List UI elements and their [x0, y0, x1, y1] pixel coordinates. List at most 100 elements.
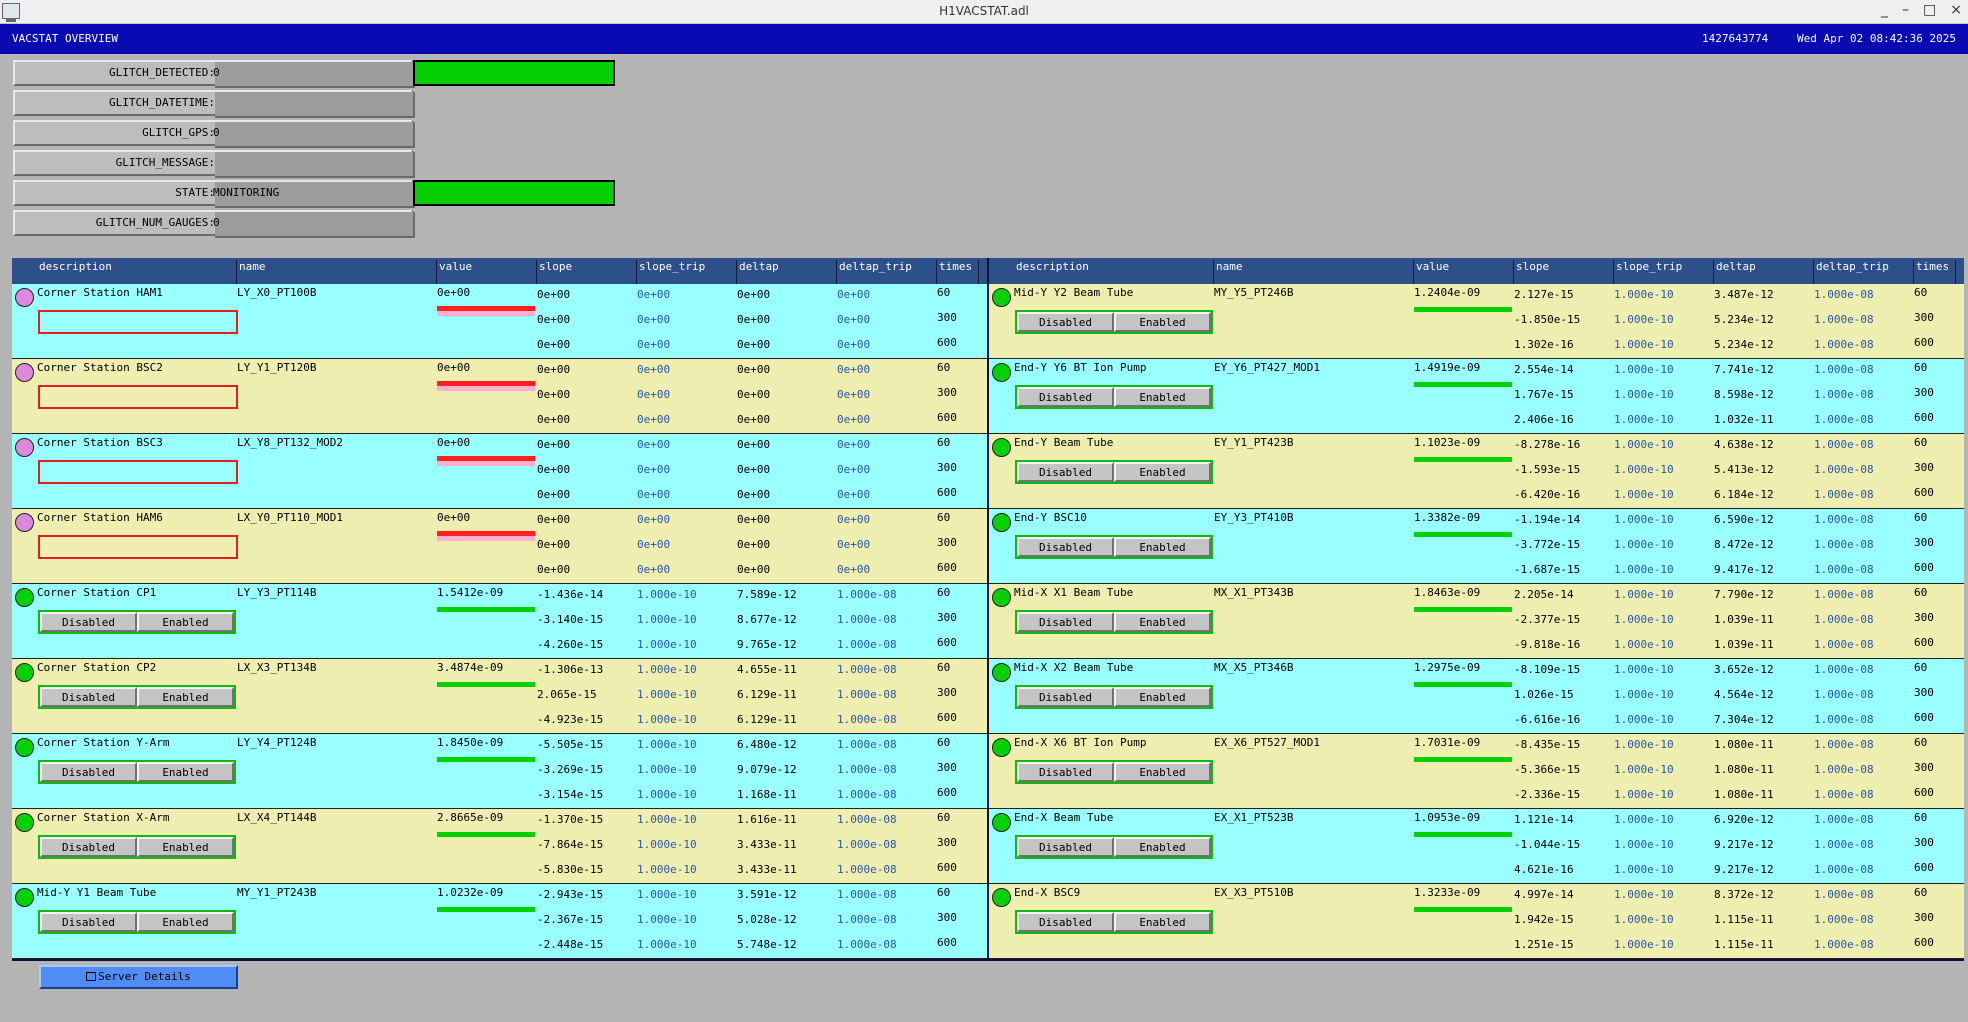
disabled-button[interactable]: Disabled — [40, 612, 137, 632]
enabled-button[interactable]: Enabled — [1114, 312, 1211, 332]
deltap-value: 5.413e-12 — [1714, 463, 1774, 476]
times-value: 60 — [937, 436, 951, 449]
slope-value: 0e+00 — [537, 463, 571, 476]
enable-toggle[interactable]: Disabled Enabled — [1015, 385, 1213, 409]
disabled-button[interactable]: Disabled — [1017, 687, 1114, 707]
deltap-value: 0e+00 — [737, 363, 771, 376]
enable-toggle[interactable]: Disabled Enabled — [1015, 910, 1213, 934]
value-bar — [1414, 307, 1512, 312]
slope-trip-value: 1.000e-10 — [637, 788, 697, 801]
close-icon[interactable]: × — [1950, 2, 1962, 18]
column-header-slope-trip: slope_trip — [1614, 260, 1714, 284]
column-header-value: value — [437, 260, 537, 284]
slope-value: -3.772e-15 — [1514, 538, 1581, 551]
enable-toggle[interactable]: Disabled Enabled — [38, 685, 236, 709]
enabled-button[interactable]: Enabled — [1114, 612, 1211, 632]
slope-value: -1.593e-15 — [1514, 463, 1581, 476]
deltap-trip-value: 0e+00 — [837, 388, 871, 401]
enabled-button[interactable]: Enabled — [137, 612, 234, 632]
status-indicator-icon — [992, 588, 1011, 607]
enable-toggle[interactable]: Disabled Enabled — [38, 760, 236, 784]
gauge-value: 0e+00 — [437, 286, 471, 299]
status-indicator-icon — [15, 738, 34, 757]
disabled-button[interactable]: Disabled — [40, 837, 137, 857]
enabled-button[interactable]: Enabled — [1114, 912, 1211, 932]
enabled-button[interactable]: Enabled — [1114, 462, 1211, 482]
deltap-trip-value: 1.000e-08 — [1814, 363, 1874, 376]
enabled-button[interactable]: Enabled — [137, 912, 234, 932]
enable-toggle[interactable]: Disabled Enabled — [38, 835, 236, 859]
gauge-name: MX_X5_PT346B — [1214, 661, 1294, 674]
disabled-button[interactable]: Disabled — [1017, 837, 1114, 857]
enable-toggle[interactable]: Disabled Enabled — [1015, 610, 1213, 634]
column-header-deltap-trip: deltap_trip — [1814, 260, 1914, 284]
times-value: 60 — [1914, 886, 1928, 899]
enabled-button[interactable]: Enabled — [1114, 687, 1211, 707]
maximize-icon[interactable]: □ — [1923, 2, 1936, 18]
disabled-button[interactable]: Disabled — [1017, 762, 1114, 782]
enabled-button[interactable]: Enabled — [137, 837, 234, 857]
minimize-icon[interactable]: _ — [1881, 2, 1888, 18]
deltap-value: 9.217e-12 — [1714, 863, 1774, 876]
value-bar — [437, 907, 535, 912]
value-bar — [437, 757, 535, 762]
enabled-button[interactable]: Enabled — [1114, 762, 1211, 782]
enabled-button[interactable]: Enabled — [1114, 837, 1211, 857]
gauge-description: Mid-X X2 Beam Tube — [1014, 661, 1134, 674]
deltap-trip-value: 1.000e-08 — [837, 688, 897, 701]
slope-value: 2.065e-15 — [537, 688, 597, 701]
restore-icon[interactable]: – — [1902, 2, 1909, 18]
deltap-trip-value: 0e+00 — [837, 563, 871, 576]
disabled-button[interactable]: Disabled — [1017, 387, 1114, 407]
slope-trip-value: 1.000e-10 — [637, 863, 697, 876]
deltap-trip-value: 1.000e-08 — [837, 588, 897, 601]
enabled-button[interactable]: Enabled — [1114, 537, 1211, 557]
slope-value: 1.251e-15 — [1514, 938, 1574, 951]
times-value: 300 — [1914, 836, 1934, 849]
disabled-button[interactable]: Disabled — [1017, 612, 1114, 632]
slope-trip-value: 1.000e-10 — [1614, 763, 1674, 776]
disabled-button[interactable]: Disabled — [1017, 312, 1114, 332]
enable-toggle[interactable]: Disabled Enabled — [1015, 685, 1213, 709]
slope-value: 0e+00 — [537, 413, 571, 426]
gauge-value: 1.4919e-09 — [1414, 361, 1481, 374]
disabled-button[interactable]: Disabled — [40, 912, 137, 932]
times-value: 60 — [1914, 436, 1928, 449]
times-value: 600 — [937, 861, 957, 874]
slope-value: 1.121e-14 — [1514, 813, 1574, 826]
disabled-button[interactable]: Disabled — [40, 687, 137, 707]
enable-toggle[interactable]: Disabled Enabled — [1015, 835, 1213, 859]
server-details-button[interactable]: Server Details — [39, 965, 238, 989]
disabled-button[interactable]: Disabled — [1017, 912, 1114, 932]
disabled-button[interactable]: Disabled — [1017, 537, 1114, 557]
controls-invalid-box — [38, 460, 238, 484]
disabled-button[interactable]: Disabled — [1017, 462, 1114, 482]
deltap-trip-value: 1.000e-08 — [1814, 613, 1874, 626]
slope-trip-value: 1.000e-10 — [1614, 688, 1674, 701]
enable-toggle[interactable]: Disabled Enabled — [1015, 310, 1213, 334]
deltap-value: 1.115e-11 — [1714, 938, 1774, 951]
enable-toggle[interactable]: Disabled Enabled — [38, 910, 236, 934]
slope-value: -3.140e-15 — [537, 613, 604, 626]
slope-value: -1.436e-14 — [537, 588, 604, 601]
enabled-button[interactable]: Enabled — [137, 762, 234, 782]
deltap-value: 6.590e-12 — [1714, 513, 1774, 526]
enabled-button[interactable]: Enabled — [137, 687, 234, 707]
slope-trip-value: 1.000e-10 — [1614, 863, 1674, 876]
slope-value: -1.370e-15 — [537, 813, 604, 826]
deltap-value: 6.129e-11 — [737, 688, 797, 701]
enable-toggle[interactable]: Disabled Enabled — [1015, 535, 1213, 559]
table-row: End-X X6 BT Ion Pump EX_X6_PT527_MOD1 1.70… — [989, 734, 1964, 809]
disabled-button[interactable]: Disabled — [40, 762, 137, 782]
enable-toggle[interactable]: Disabled Enabled — [1015, 460, 1213, 484]
table-row: Mid-Y Y2 Beam Tube MY_Y5_PT246B 1.2404e-09… — [989, 284, 1964, 359]
gauge-description: End-X BSC9 — [1014, 886, 1081, 899]
gauge-name: EX_X3_PT510B — [1214, 886, 1294, 899]
enable-toggle[interactable]: Disabled Enabled — [1015, 760, 1213, 784]
enabled-button[interactable]: Enabled — [1114, 387, 1211, 407]
glitch-label: STATE: — [175, 186, 215, 199]
enable-toggle[interactable]: Disabled Enabled — [38, 610, 236, 634]
slope-value: -9.818e-16 — [1514, 638, 1581, 651]
gauge-value: 1.8463e-09 — [1414, 586, 1481, 599]
glitch-field: GLITCH_DATETIME: — [13, 90, 415, 118]
